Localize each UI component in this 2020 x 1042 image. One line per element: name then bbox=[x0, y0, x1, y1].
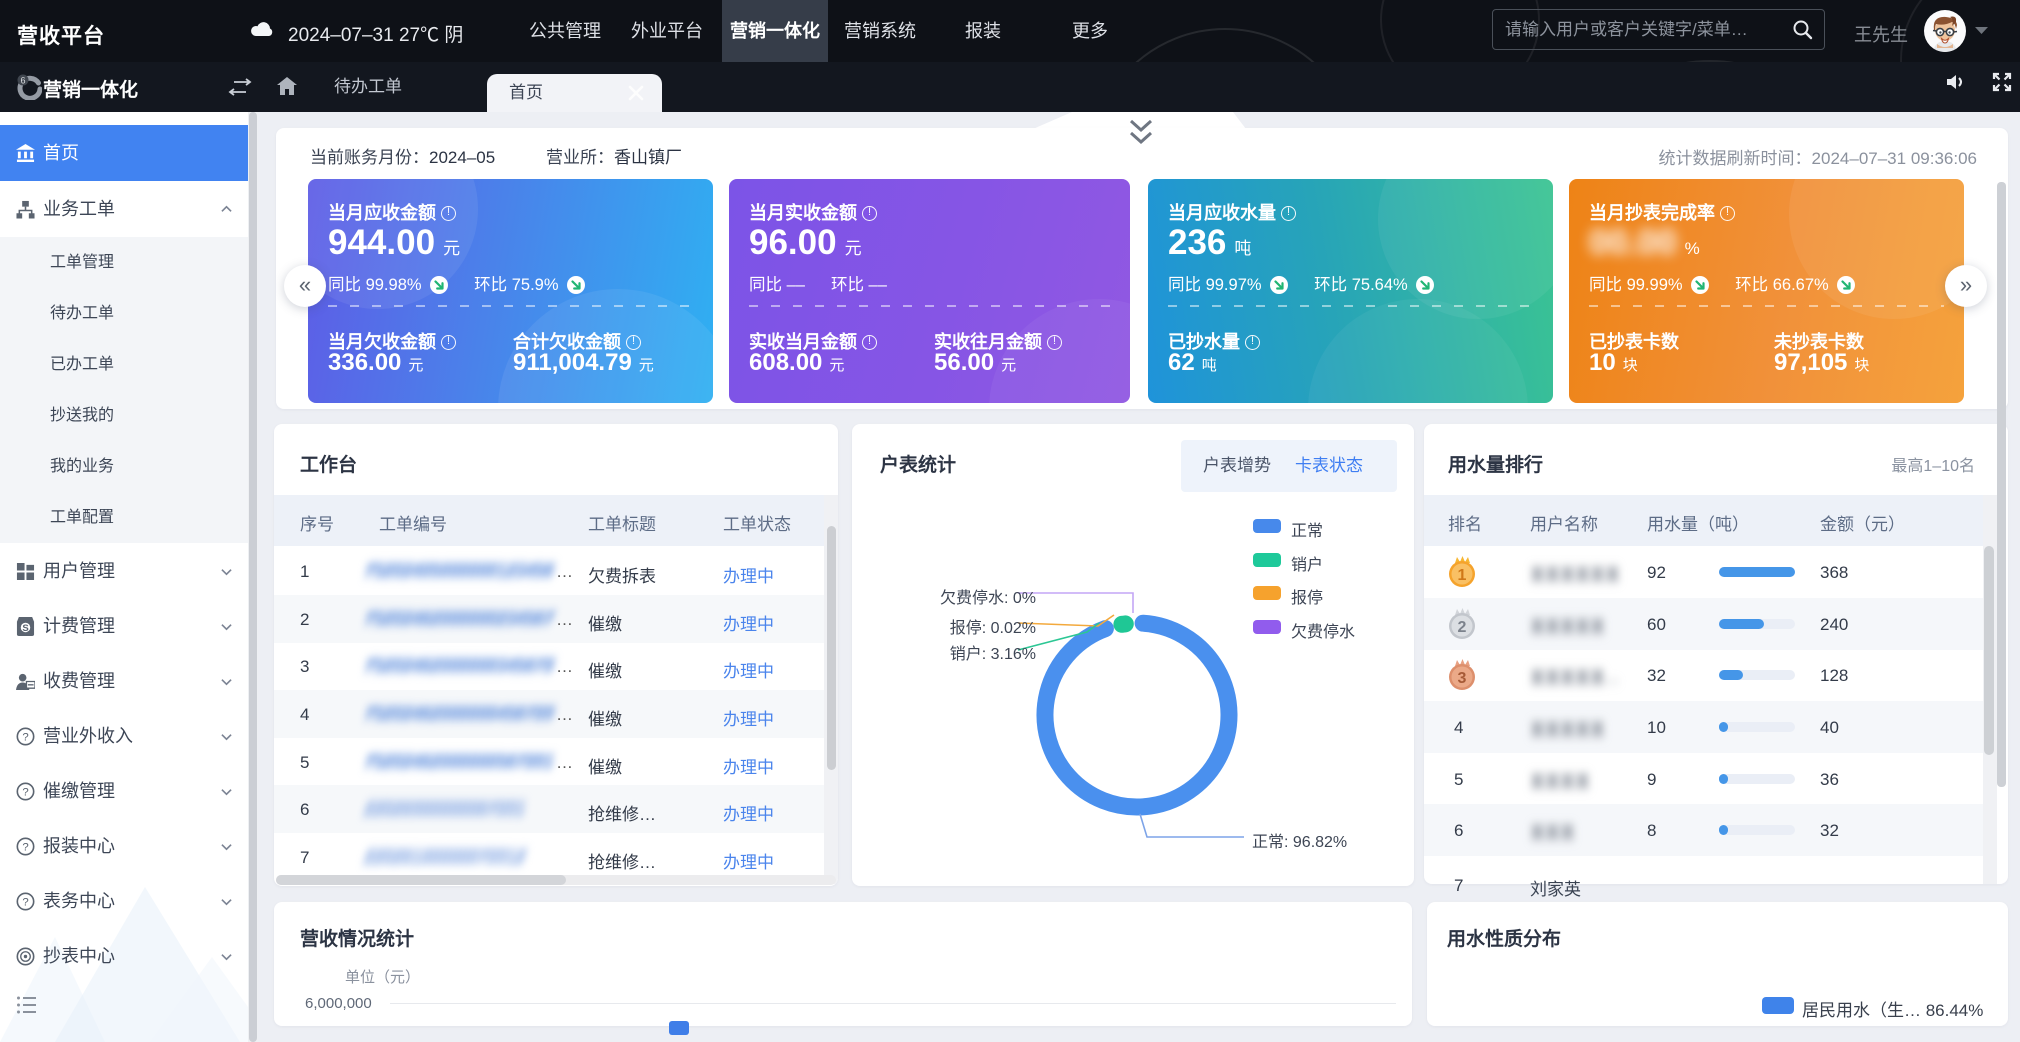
svg-text:?: ? bbox=[22, 731, 28, 743]
svg-text:S: S bbox=[22, 623, 28, 634]
svg-text:?: ? bbox=[22, 841, 28, 853]
svg-text:?: ? bbox=[22, 896, 28, 908]
svg-text:6: 6 bbox=[20, 76, 25, 86]
svg-text:?: ? bbox=[22, 786, 28, 798]
